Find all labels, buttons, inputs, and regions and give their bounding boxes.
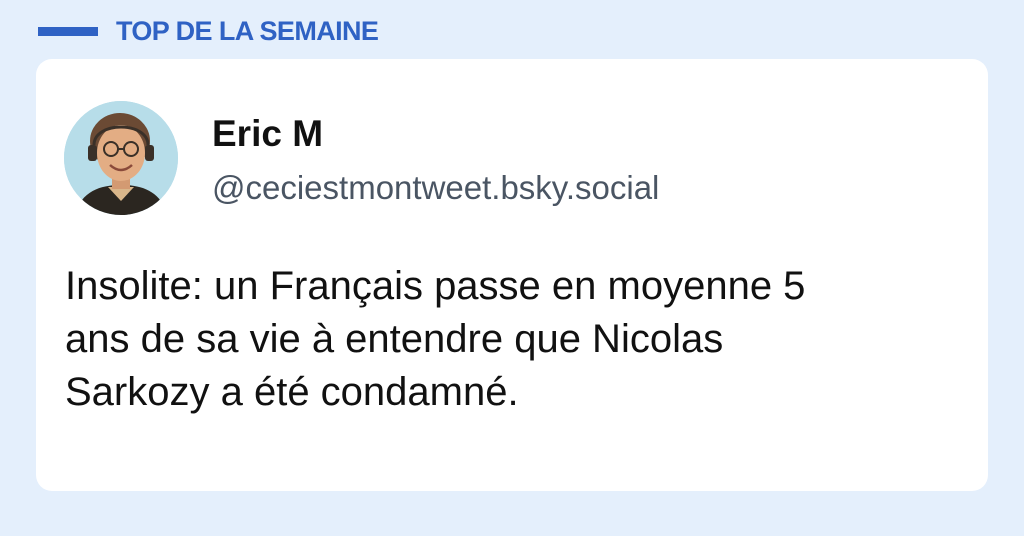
post-text-line: Insolite: un Français passe en moyenne 5 [65,264,806,308]
header-accent-bar [38,27,98,36]
post-text-line: ans de sa vie à entendre que Nicolas [65,317,724,361]
author-handle[interactable]: @ceciestmontweet.bsky.social [212,168,659,208]
post-text: Insolite: un Français passe en moyenne 5… [65,260,975,419]
post-card[interactable]: Eric M @ceciestmontweet.bsky.social Inso… [36,59,988,491]
author-name[interactable]: Eric M [212,112,323,156]
author-avatar[interactable] [64,101,178,215]
user-avatar-photo-icon [64,101,178,215]
section-title: TOP DE LA SEMAINE [116,16,379,46]
section-header: TOP DE LA SEMAINE [0,0,1024,60]
post-text-line: Sarkozy a été condamné. [65,370,519,414]
